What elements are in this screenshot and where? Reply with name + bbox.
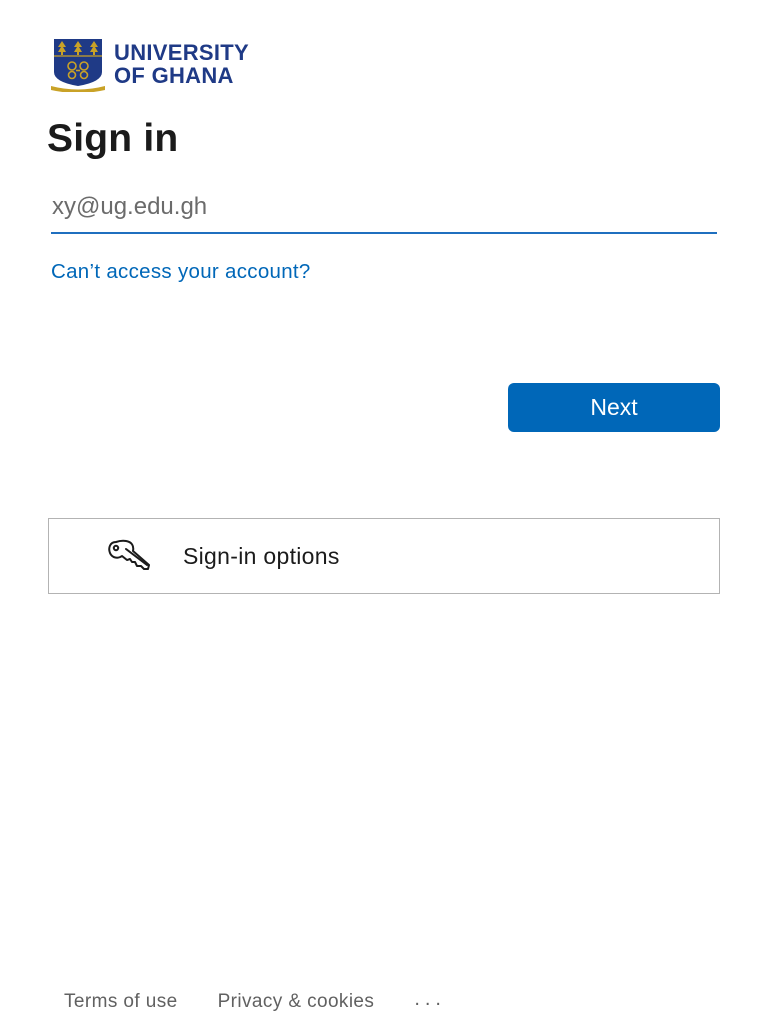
terms-of-use-link[interactable]: Terms of use: [64, 991, 178, 1013]
university-crest-icon: [51, 39, 105, 92]
more-options-icon[interactable]: ...: [414, 989, 446, 1009]
logo-line-2: OF GHANA: [114, 63, 234, 88]
sign-in-options-label: Sign-in options: [183, 542, 340, 569]
email-field-wrapper: [51, 182, 717, 234]
university-name: UNIVERSITY OF GHANA: [114, 41, 249, 87]
key-icon: [108, 539, 150, 570]
sign-in-page: UNIVERSITY OF GHANA Sign in Can’t access…: [0, 0, 768, 1024]
cant-access-account-link[interactable]: Can’t access your account?: [51, 260, 311, 284]
sign-in-options-button[interactable]: Sign-in options: [48, 518, 720, 594]
footer: Terms of use Privacy & cookies ...: [64, 989, 446, 1013]
university-logo: UNIVERSITY OF GHANA: [50, 36, 249, 92]
next-button[interactable]: Next: [508, 383, 720, 432]
email-input[interactable]: [51, 182, 717, 234]
page-title: Sign in: [47, 117, 179, 160]
logo-line-1: UNIVERSITY: [114, 40, 250, 65]
privacy-cookies-link[interactable]: Privacy & cookies: [218, 991, 375, 1013]
